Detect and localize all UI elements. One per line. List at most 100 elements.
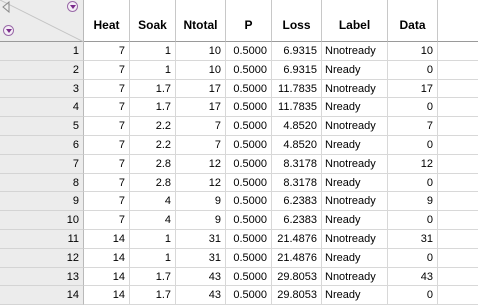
table-cell-ntotal[interactable]: 10 — [176, 60, 226, 80]
row-number[interactable]: 8 — [0, 173, 84, 193]
table-cell-data[interactable]: 17 — [388, 79, 438, 99]
table-cell-soak[interactable]: 4 — [130, 211, 176, 230]
table-cell-heat[interactable]: 7 — [84, 60, 130, 80]
table-cell-empty[interactable] — [438, 155, 478, 174]
column-header-label[interactable]: Label — [322, 0, 388, 42]
column-header-soak[interactable]: Soak — [130, 0, 176, 42]
table-cell-p[interactable]: 0.5000 — [226, 229, 272, 249]
table-cell-empty[interactable] — [438, 286, 478, 305]
table-cell-heat[interactable]: 7 — [84, 211, 130, 230]
table-cell-p[interactable]: 0.5000 — [226, 98, 272, 118]
row-number[interactable]: 12 — [0, 248, 84, 268]
table-cell-heat[interactable]: 7 — [84, 98, 130, 118]
table-cell-soak[interactable]: 1.7 — [130, 267, 176, 287]
table-cell-ntotal[interactable]: 17 — [176, 98, 226, 118]
table-cell-p[interactable]: 0.5000 — [226, 286, 272, 305]
table-cell-ntotal[interactable]: 7 — [176, 135, 226, 155]
row-number[interactable]: 6 — [0, 135, 84, 155]
table-cell-heat[interactable]: 7 — [84, 192, 130, 212]
table-cell-loss[interactable]: 11.7835 — [272, 98, 322, 118]
table-cell-p[interactable]: 0.5000 — [226, 248, 272, 268]
table-cell-soak[interactable]: 2.8 — [130, 154, 176, 174]
row-number[interactable]: 2 — [0, 60, 84, 80]
table-cell-empty[interactable] — [438, 192, 478, 212]
table-cell-soak[interactable]: 4 — [130, 192, 176, 212]
table-cell-ntotal[interactable]: 9 — [176, 211, 226, 230]
table-cell-label[interactable]: Nnotready — [322, 192, 388, 212]
table-cell-data[interactable]: 0 — [388, 211, 438, 230]
table-cell-ntotal[interactable]: 43 — [176, 267, 226, 287]
row-number[interactable]: 5 — [0, 117, 84, 136]
table-cell-data[interactable]: 0 — [388, 248, 438, 268]
table-cell-data[interactable]: 10 — [388, 42, 438, 61]
table-cell-empty[interactable] — [438, 174, 478, 193]
table-cell-p[interactable]: 0.5000 — [226, 154, 272, 174]
column-header-heat[interactable]: Heat — [84, 0, 130, 42]
row-number[interactable]: 10 — [0, 211, 84, 230]
row-number[interactable]: 11 — [0, 229, 84, 249]
table-cell-soak[interactable]: 1.7 — [130, 98, 176, 118]
table-cell-loss[interactable]: 21.4876 — [272, 229, 322, 249]
table-cell-label[interactable]: Nready — [322, 60, 388, 80]
table-cell-ntotal[interactable]: 31 — [176, 248, 226, 268]
table-cell-label[interactable]: Nready — [322, 211, 388, 230]
row-number[interactable]: 13 — [0, 267, 84, 287]
table-cell-loss[interactable]: 8.3178 — [272, 154, 322, 174]
table-cell-soak[interactable]: 1 — [130, 60, 176, 80]
table-cell-data[interactable]: 43 — [388, 267, 438, 287]
table-cell-ntotal[interactable]: 43 — [176, 286, 226, 305]
table-cell-ntotal[interactable]: 9 — [176, 192, 226, 212]
table-cell-loss[interactable]: 4.8520 — [272, 135, 322, 155]
table-cell-empty[interactable] — [438, 117, 478, 136]
table-cell-empty[interactable] — [438, 42, 478, 61]
table-cell-loss[interactable]: 6.9315 — [272, 60, 322, 80]
table-cell-heat[interactable]: 7 — [84, 117, 130, 136]
table-cell-soak[interactable]: 2.2 — [130, 117, 176, 136]
table-cell-heat[interactable]: 7 — [84, 42, 130, 61]
table-cell-heat[interactable]: 7 — [84, 79, 130, 99]
table-cell-heat[interactable]: 14 — [84, 267, 130, 287]
table-cell-label[interactable]: Nnotready — [322, 267, 388, 287]
table-cell-ntotal[interactable]: 17 — [176, 79, 226, 99]
column-header-loss[interactable]: Loss — [272, 0, 322, 42]
table-cell-loss[interactable]: 11.7835 — [272, 79, 322, 99]
table-cell-label[interactable]: Nnotready — [322, 117, 388, 136]
table-cell-empty[interactable] — [438, 61, 478, 80]
column-header-data[interactable]: Data — [388, 0, 438, 42]
table-cell-label[interactable]: Nnotready — [322, 154, 388, 174]
row-number[interactable]: 4 — [0, 98, 84, 118]
column-header-ntotal[interactable]: Ntotal — [176, 0, 226, 42]
table-cell-loss[interactable]: 21.4876 — [272, 248, 322, 268]
table-cell-data[interactable]: 0 — [388, 60, 438, 80]
table-cell-data[interactable]: 0 — [388, 173, 438, 193]
table-cell-p[interactable]: 0.5000 — [226, 192, 272, 212]
row-number[interactable]: 1 — [0, 42, 84, 61]
table-cell-heat[interactable]: 7 — [84, 173, 130, 193]
row-number[interactable]: 3 — [0, 79, 84, 99]
table-cell-soak[interactable]: 2.8 — [130, 173, 176, 193]
table-cell-label[interactable]: Nready — [322, 248, 388, 268]
table-cell-soak[interactable]: 1 — [130, 42, 176, 61]
table-cell-heat[interactable]: 14 — [84, 286, 130, 305]
table-cell-empty[interactable] — [438, 98, 478, 118]
table-cell-loss[interactable]: 6.9315 — [272, 42, 322, 61]
table-cell-loss[interactable]: 8.3178 — [272, 173, 322, 193]
table-cell-loss[interactable]: 6.2383 — [272, 192, 322, 212]
table-cell-p[interactable]: 0.5000 — [226, 135, 272, 155]
table-cell-empty[interactable] — [438, 268, 478, 287]
table-cell-data[interactable]: 12 — [388, 154, 438, 174]
table-cell-heat[interactable]: 7 — [84, 135, 130, 155]
table-cell-p[interactable]: 0.5000 — [226, 60, 272, 80]
table-cell-p[interactable]: 0.5000 — [226, 173, 272, 193]
table-cell-empty[interactable] — [438, 80, 478, 99]
row-number[interactable]: 9 — [0, 192, 84, 212]
table-cell-heat[interactable]: 7 — [84, 154, 130, 174]
table-cell-data[interactable]: 0 — [388, 286, 438, 305]
row-menu-icon[interactable] — [3, 25, 14, 36]
table-cell-p[interactable]: 0.5000 — [226, 117, 272, 136]
table-cell-soak[interactable]: 1 — [130, 248, 176, 268]
table-cell-data[interactable]: 0 — [388, 98, 438, 118]
table-cell-empty[interactable] — [438, 230, 478, 249]
table-cell-empty[interactable] — [438, 249, 478, 268]
table-cell-data[interactable]: 9 — [388, 192, 438, 212]
